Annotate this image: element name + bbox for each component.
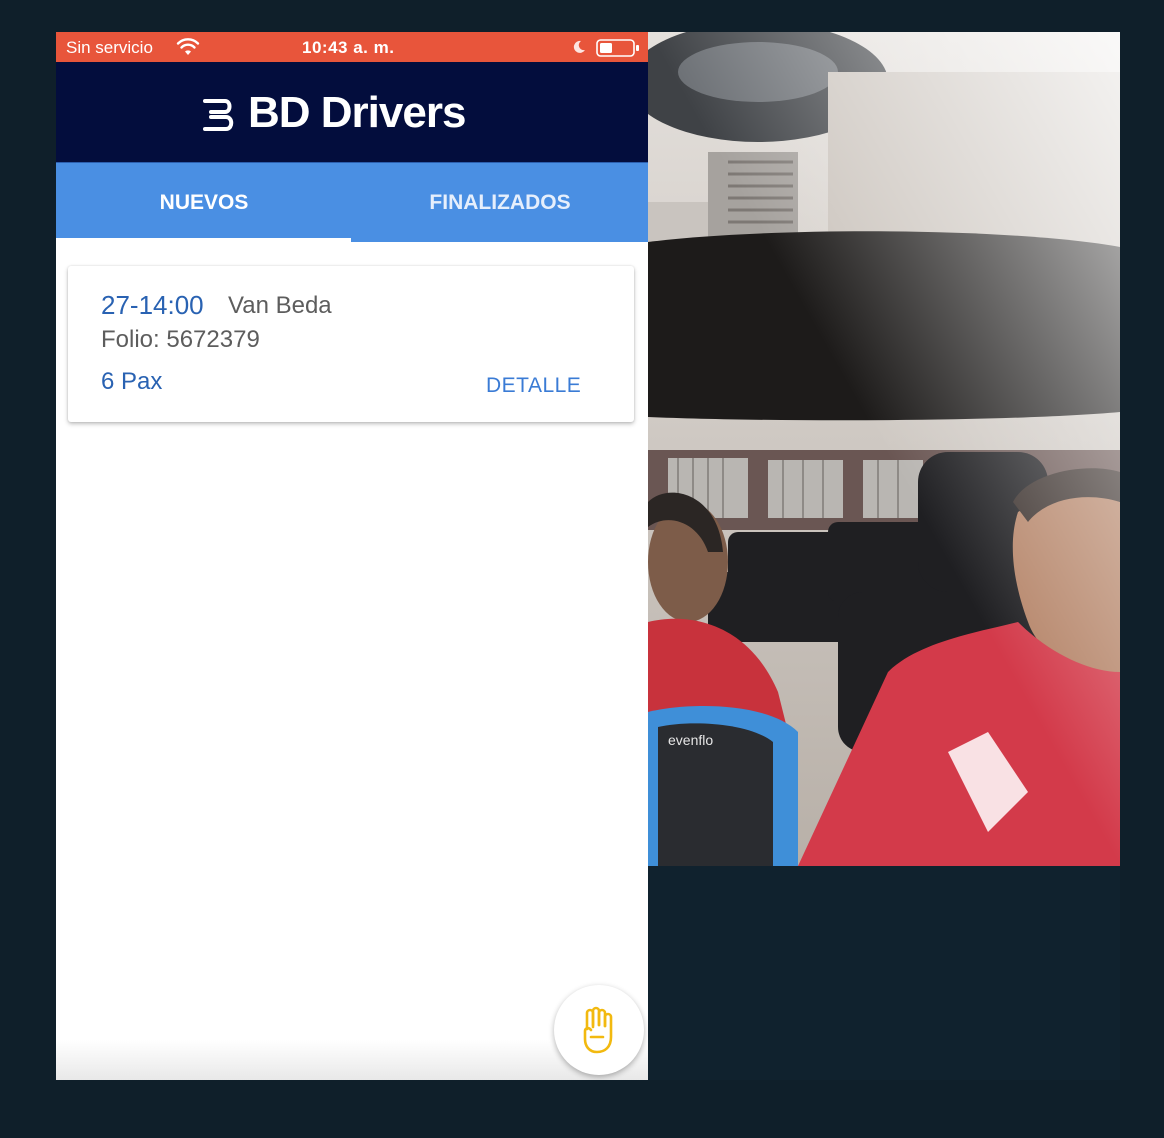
tab-nuevos[interactable]: NUEVOS: [56, 163, 352, 243]
status-time: 10:43 a. m.: [302, 38, 395, 57]
trip-vehicle: Van Beda: [228, 292, 332, 319]
phone-screen: Sin servicio 10:43 a. m. BD Drivers NUEV…: [56, 32, 648, 1080]
wifi-icon: [176, 38, 200, 55]
app-header: BD Drivers: [56, 62, 648, 162]
raised-hand-icon: [583, 1006, 613, 1054]
battery-icon: [596, 39, 639, 57]
trip-pax: 6 Pax: [101, 368, 163, 395]
status-bar: Sin servicio 10:43 a. m.: [56, 32, 648, 62]
raise-hand-button[interactable]: [554, 985, 644, 1075]
carrier-label: Sin servicio: [66, 38, 153, 57]
app-title: BD Drivers: [248, 88, 466, 137]
active-tab-indicator: [56, 238, 351, 242]
trip-time: 27-14:00: [101, 290, 204, 320]
trip-folio: Folio: 5672379: [101, 326, 260, 353]
camera-feed-letterbox: [648, 866, 1120, 1080]
tab-finalizados[interactable]: FINALIZADOS: [352, 163, 648, 243]
camera-feed-image: evenflo: [648, 32, 1120, 866]
bd-logo-icon: [203, 99, 234, 131]
detail-button[interactable]: DETALLE: [486, 374, 581, 398]
trip-card[interactable]: 27-14:00 Van Beda Folio: 5672379 6 Pax D…: [68, 266, 634, 422]
tab-bar: NUEVOS FINALIZADOS: [56, 162, 648, 242]
moon-icon: [573, 40, 585, 53]
camera-feed: evenflo: [648, 32, 1120, 866]
